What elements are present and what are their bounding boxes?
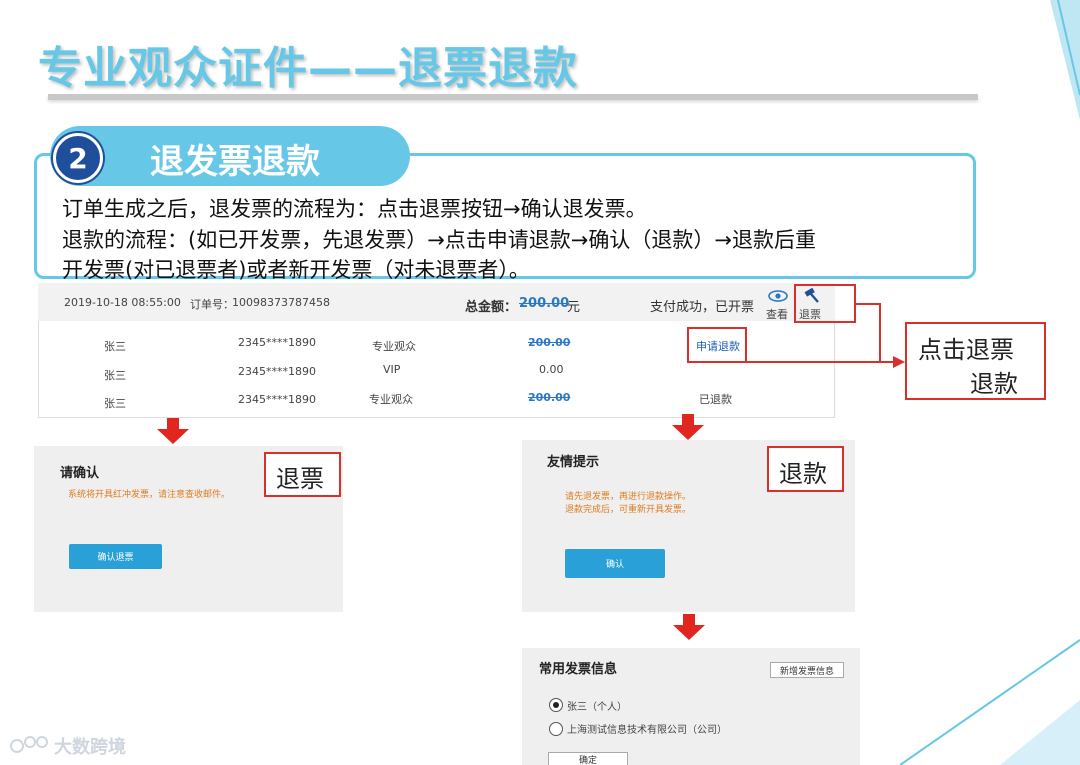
refund-ticket-highlight xyxy=(794,284,856,323)
payment-status: 支付成功，已开票 xyxy=(650,300,755,315)
title-underline xyxy=(48,94,978,100)
total-value: 200.00 xyxy=(519,296,570,311)
connector-bottom-horizontal xyxy=(747,361,897,363)
down-arrow-icon xyxy=(157,418,189,444)
row-1-phone: 2345****1890 xyxy=(238,336,316,349)
order-number: 10098373787458 xyxy=(232,296,330,309)
confirm-dialog-title: 请确认 xyxy=(60,466,100,481)
order-number-label: 订单号： xyxy=(190,298,234,311)
row-1-price: 200.00 xyxy=(528,336,571,349)
info-line-2: 退款的流程：(如已开发票，先退发票）→点击申请退款→确认（退款）→退款后重 xyxy=(62,228,816,252)
total-label: 总金额： xyxy=(465,300,518,315)
order-datetime: 2019-10-18 08:55:00 xyxy=(64,296,181,309)
connector-vertical xyxy=(879,303,881,361)
down-arrow-icon xyxy=(672,414,704,440)
apply-refund-highlight xyxy=(687,327,747,363)
row-1-name: 张三 xyxy=(104,340,126,353)
total-unit: 元 xyxy=(567,300,581,315)
tip-dialog-note-2: 退款完成后，可重新开具发票。 xyxy=(565,505,692,515)
row-2-name: 张三 xyxy=(104,369,126,382)
watermark-logo-icon xyxy=(10,736,48,753)
row-2-price: 0.00 xyxy=(539,363,564,376)
tip-dialog-title: 友情提示 xyxy=(547,455,600,470)
row-2-phone: 2345****1890 xyxy=(238,365,316,378)
money-refund-label: 退款 xyxy=(779,460,827,488)
watermark-text: 大数跨境 xyxy=(54,737,126,758)
row-3-type: 专业观众 xyxy=(369,393,413,406)
confirm-refund-button[interactable]: 确认 xyxy=(565,549,665,578)
invoice-option-company-radio[interactable] xyxy=(549,722,563,736)
confirm-refund-ticket-button[interactable]: 确认退票 xyxy=(69,544,162,569)
info-line-1: 订单生成之后，退发票的流程为：点击退票按钮→确认退发票。 xyxy=(62,197,647,221)
row-3-phone: 2345****1890 xyxy=(238,393,316,406)
section-heading: 退发票退款 xyxy=(150,142,320,182)
confirm-dialog-note: 系统将开具红冲发票，请注意查收邮件。 xyxy=(68,490,231,500)
invoice-option-personal-radio[interactable] xyxy=(549,698,563,712)
section-number-badge: 2 xyxy=(53,133,103,183)
info-line-3: 开发票(对已退票者)或者新开发票（对未退票者）。 xyxy=(62,258,530,282)
row-1-type: 专业观众 xyxy=(372,340,416,353)
invoice-confirm-button[interactable]: 确定 xyxy=(548,752,628,765)
row-3-status: 已退款 xyxy=(699,393,732,406)
add-invoice-button[interactable]: 新增发票信息 xyxy=(770,662,844,678)
tip-dialog-note-1: 请先退发票，再进行退款操作。 xyxy=(565,492,692,502)
invoice-option-company-label: 上海测试信息技术有限公司（公司） xyxy=(567,725,727,736)
click-refund-callout-line1: 点击退票 xyxy=(918,336,1014,364)
slide-title: 专业观众证件——退票退款 xyxy=(38,43,578,94)
connector-arrowhead xyxy=(893,356,905,368)
invoice-panel-title: 常用发票信息 xyxy=(539,662,618,677)
connector-top-horizontal xyxy=(856,303,880,305)
down-arrow-icon xyxy=(673,614,705,640)
click-refund-callout-line2: 退款 xyxy=(970,370,1018,398)
invoice-option-personal-label: 张三（个人） xyxy=(567,702,627,713)
row-3-name: 张三 xyxy=(104,397,126,410)
row-3-price: 200.00 xyxy=(528,391,571,404)
eye-icon[interactable] xyxy=(768,290,788,302)
view-button[interactable]: 查看 xyxy=(766,306,788,322)
ticket-refund-label: 退票 xyxy=(276,465,324,493)
row-2-type: VIP xyxy=(383,363,401,376)
